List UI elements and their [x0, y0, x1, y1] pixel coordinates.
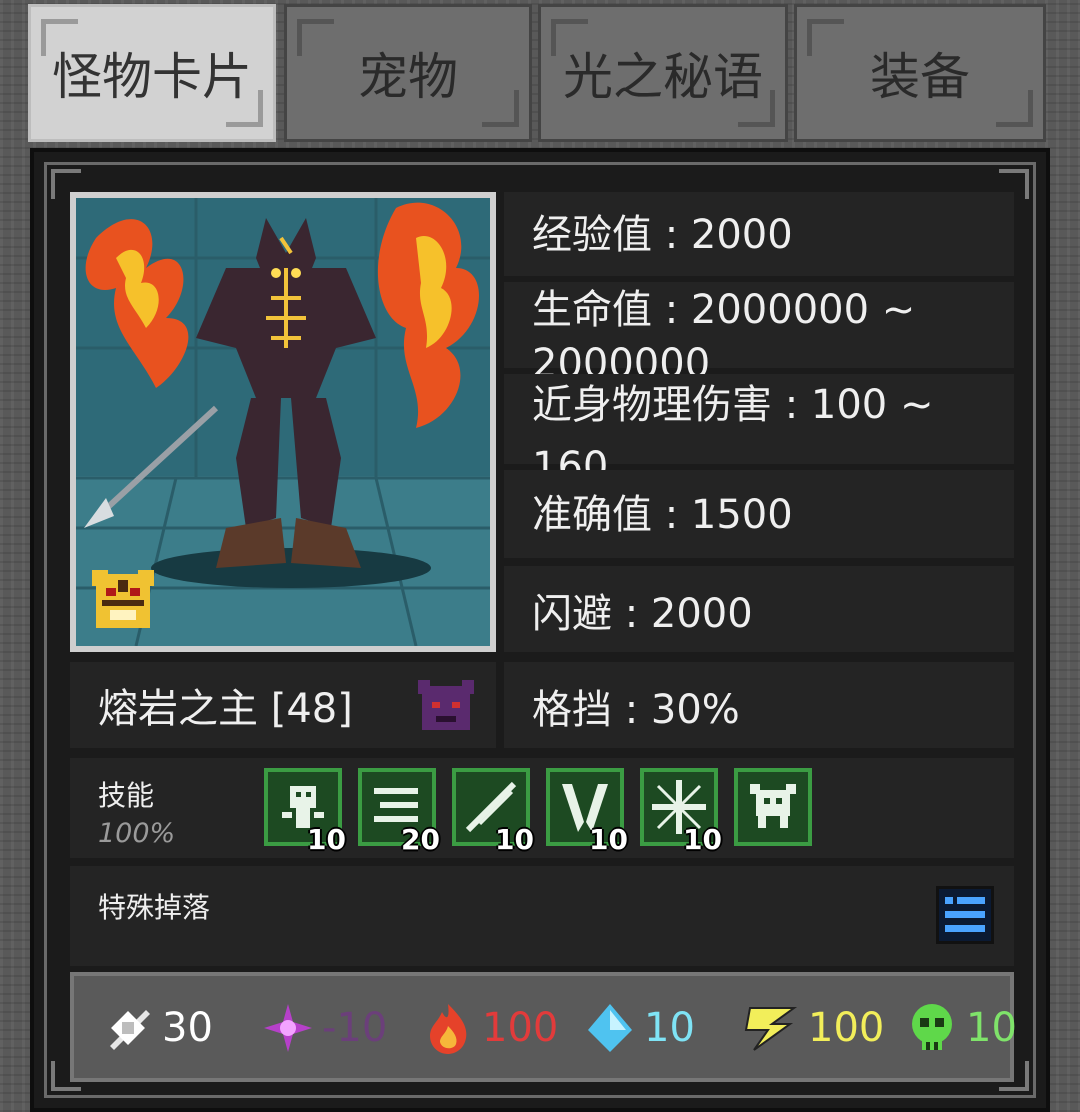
special-drops-label: 特殊掉落 — [98, 891, 211, 924]
stat-hp: 生命值 : 2000000 ~ 2000000 — [504, 282, 1014, 387]
skill-slot-4[interactable]: 10 — [546, 768, 628, 856]
stat-exp: 经验值 : 2000 — [504, 192, 1014, 276]
drops-list-button[interactable] — [936, 886, 994, 944]
resist-poison: 10 — [904, 998, 1017, 1058]
stat-block: 格挡 : 30% — [504, 662, 1014, 748]
skill-count: 10 — [307, 823, 346, 856]
monster-name-cell: 熔岩之主 [48] — [70, 662, 496, 748]
ice-icon — [588, 1004, 632, 1052]
resist-arcane: -10 — [260, 998, 387, 1058]
skill-beast-icon — [750, 784, 796, 828]
resist-value: -10 — [322, 1005, 388, 1051]
skill-slot-1[interactable]: 10 — [264, 768, 346, 856]
monster-name: 熔岩之主 [48] — [98, 686, 353, 732]
tab-corner-ornament — [297, 19, 334, 56]
tab-corner-ornament — [807, 19, 844, 56]
tab-label: 装备 — [870, 48, 970, 106]
tab-bar: 怪物卡片 宠物 光之秘语 装备 — [28, 4, 1048, 144]
tab-label: 光之秘语 — [563, 48, 763, 106]
skills-chance: 100% — [98, 818, 176, 849]
skill-slot-6[interactable] — [734, 768, 812, 846]
skill-slot-3[interactable]: 10 — [452, 768, 534, 856]
stat-exp-text: 经验值 : 2000 — [532, 212, 793, 258]
arcane-icon — [264, 1004, 312, 1052]
portrait-background — [76, 198, 490, 646]
resist-value: 10 — [644, 1005, 695, 1051]
resist-fire: 100 — [420, 998, 558, 1058]
tab-label: 怪物卡片 — [52, 48, 252, 106]
monster-portrait — [70, 192, 496, 652]
stat-accuracy-text: 准确值 : 1500 — [532, 492, 793, 538]
skill-count: 10 — [589, 823, 628, 856]
skill-slot-5[interactable]: 10 — [640, 768, 722, 856]
poison-icon — [912, 1004, 952, 1050]
resist-value: 100 — [808, 1005, 885, 1051]
tab-corner-ornament — [482, 90, 519, 127]
skill-count: 10 — [683, 823, 722, 856]
tab-corner-ornament — [41, 19, 78, 56]
stat-block-text: 格挡 : 30% — [532, 687, 740, 733]
tab-label: 宠物 — [358, 48, 458, 106]
tab-light-secrets[interactable]: 光之秘语 — [538, 4, 788, 142]
skill-count: 10 — [495, 823, 534, 856]
tab-corner-ornament — [738, 90, 775, 127]
resistances-bar: 30 -10 100 10 100 10 — [70, 972, 1017, 1082]
resist-lightning: 100 — [742, 998, 884, 1058]
physical-icon — [110, 1010, 150, 1050]
resist-value: 30 — [162, 1005, 213, 1051]
skill-count: 20 — [401, 823, 440, 856]
resist-physical: 30 — [100, 998, 213, 1058]
tab-corner-ornament — [551, 19, 588, 56]
stat-evasion: 闪避 : 2000 — [504, 566, 1014, 652]
stat-melee-damage: 近身物理伤害 : 100 ~ 160 — [504, 374, 1014, 490]
stat-evasion-text: 闪避 : 2000 — [532, 591, 753, 637]
stat-accuracy: 准确值 : 1500 — [504, 470, 1014, 558]
tab-corner-ornament — [996, 90, 1033, 127]
special-drops-row: 特殊掉落 — [70, 866, 1014, 966]
lightning-icon — [744, 1007, 798, 1051]
skill-slot-2[interactable]: 20 — [358, 768, 440, 856]
fire-icon — [430, 1004, 467, 1054]
resist-ice: 10 — [582, 998, 695, 1058]
tab-pet[interactable]: 宠物 — [284, 4, 532, 142]
tiger-badge-icon — [92, 570, 154, 628]
monster-card-panel: 经验值 : 2000 生命值 : 2000000 ~ 2000000 近身物理伤… — [30, 148, 1050, 1112]
tab-corner-ornament — [226, 90, 263, 127]
tab-equipment[interactable]: 装备 — [794, 4, 1046, 142]
skills-label: 技能 — [98, 779, 155, 812]
skills-row: 技能 100% 10 20 10 10 10 — [70, 758, 1014, 858]
resist-value: 10 — [966, 1005, 1017, 1051]
stat-hp-text: 生命值 : 2000000 ~ — [532, 287, 916, 333]
stat-melee-text: 近身物理伤害 : 100 ~ — [532, 382, 934, 428]
resist-value: 100 — [482, 1005, 559, 1051]
demon-type-icon — [418, 680, 474, 730]
list-icon — [945, 897, 985, 932]
tab-monster-card[interactable]: 怪物卡片 — [28, 4, 276, 142]
